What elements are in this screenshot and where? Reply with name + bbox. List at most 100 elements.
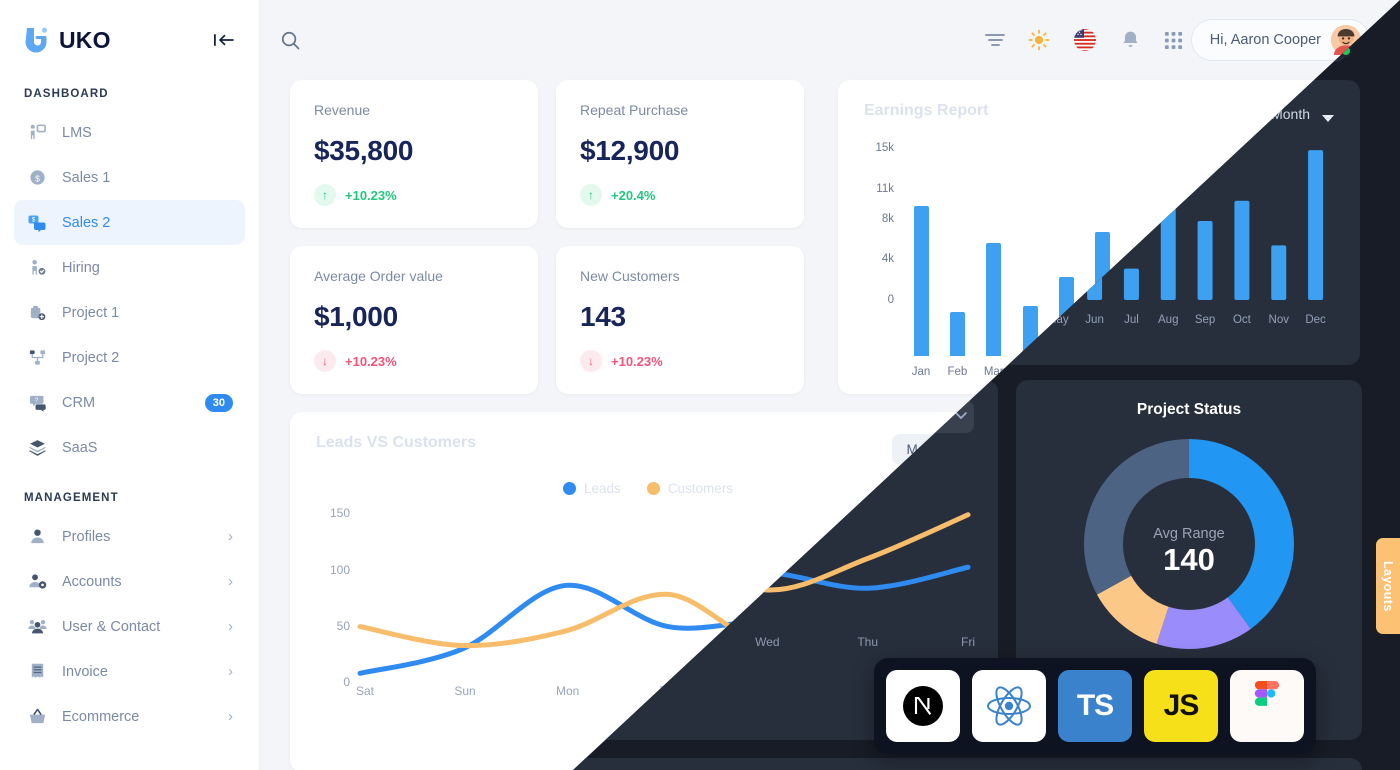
stat-delta: ↓ +10.23%	[314, 350, 514, 372]
sidebar-item-user-contact[interactable]: User & Contact ›	[14, 604, 245, 649]
crm-icon: ?	[26, 392, 48, 414]
hiring-icon	[26, 257, 48, 279]
react-icon[interactable]	[972, 670, 1046, 742]
legend-item-customers[interactable]: Customers	[646, 481, 734, 496]
bar[interactable]	[1204, 277, 1220, 356]
stat-card-new-customers[interactable]: New Customers 143 ↓ +10.23%	[556, 246, 804, 394]
svg-text:$: $	[35, 173, 40, 183]
main-area: Hi, Aaron Cooper Revenue $35,800 ↑ +10.2…	[260, 0, 1400, 770]
figma-icon[interactable]	[1230, 670, 1304, 742]
bar[interactable]	[1277, 301, 1293, 356]
legend-label: Customers	[667, 481, 734, 496]
bar[interactable]	[1022, 306, 1038, 356]
earnings-range-select[interactable]: Month	[1283, 102, 1344, 118]
stat-title: Revenue	[314, 102, 371, 118]
user-avatar[interactable]	[1331, 25, 1362, 56]
bar-column[interactable]: May	[1049, 136, 1083, 378]
bar[interactable]	[1240, 256, 1256, 356]
topbar-icons	[984, 28, 1183, 52]
stat-card-average-order-value[interactable]: Average Order value $1,000 ↓ +10.23%	[290, 246, 538, 394]
x-tick-label: Sep	[1201, 366, 1223, 378]
bar-column[interactable]: Mar	[977, 136, 1011, 378]
sun-theme-icon[interactable]	[1028, 29, 1050, 51]
typescript-icon[interactable]: TS	[1058, 670, 1132, 742]
donut-value: 140	[1171, 576, 1223, 612]
user-profile-button[interactable]: Hi, Aaron Cooper	[1190, 19, 1370, 61]
stat-delta-text: +10.23%	[345, 353, 397, 369]
us-flag-icon[interactable]	[1073, 28, 1097, 52]
x-tick-label: Feb	[947, 366, 968, 378]
sidebar-item-label: LMS	[62, 124, 92, 141]
x-tick-label: Jul	[1131, 366, 1147, 378]
bar-column[interactable]: Dec	[1304, 136, 1338, 378]
bar[interactable]	[913, 206, 929, 356]
bar-column[interactable]: Jun	[1086, 136, 1120, 378]
sidebar-item-ecommerce[interactable]: Ecommerce ›	[14, 694, 245, 739]
bar[interactable]	[1058, 277, 1074, 356]
arrow-down-icon: ↓	[580, 350, 602, 372]
bar-column[interactable]: Feb	[940, 136, 974, 378]
nextjs-icon[interactable]	[886, 670, 960, 742]
earnings-range-label: Month	[1283, 102, 1322, 118]
earnings-bar-chart: 15k 11k 8k 4k 0 Jan Feb Mar Apr May Jun Jul Aug Sep O…	[864, 136, 1344, 378]
bar[interactable]	[1131, 324, 1147, 356]
sidebar-item-label: Sales 2	[62, 214, 111, 231]
stat-card-revenue[interactable]: Revenue $35,800 ↑ +10.23%	[290, 80, 538, 228]
typescript-label: TS	[1076, 689, 1114, 722]
tech-stack-bar: TS JS	[874, 658, 1316, 754]
x-tick-label: Tue	[659, 684, 680, 698]
sidebar-item-label: Accounts	[62, 573, 122, 590]
sidebar-item-project-1[interactable]: Project 1	[14, 290, 245, 335]
chevron-down-icon	[954, 446, 966, 453]
donut-label: Avg Range	[1161, 558, 1233, 575]
sidebar-item-lms[interactable]: LMS	[14, 110, 245, 155]
sidebar-item-label: Invoice	[62, 663, 108, 680]
layouts-tab[interactable]: Layouts	[1376, 538, 1400, 634]
javascript-icon[interactable]: JS	[1144, 670, 1218, 742]
apps-grid-icon[interactable]	[1164, 31, 1183, 50]
brand-left[interactable]: UKO	[24, 25, 111, 55]
bar[interactable]	[986, 242, 1002, 356]
leads-legend: Leads Customers	[316, 481, 980, 496]
sidebar-item-crm[interactable]: ? CRM 30	[14, 380, 245, 425]
bar-column[interactable]: Sep	[1195, 136, 1229, 378]
lms-icon	[26, 122, 48, 144]
bar[interactable]	[1168, 242, 1184, 356]
y-tick-label: 0	[887, 294, 894, 306]
row-stats-earnings: Revenue $35,800 ↑ +10.23% Repeat Purchas…	[290, 80, 1370, 394]
stat-delta-text: +10.23%	[345, 187, 397, 203]
sidebar-item-label: Sales 1	[62, 169, 111, 186]
sidebar-item-label: Profiles	[62, 528, 111, 545]
sidebar-item-invoice[interactable]: Invoice ›	[14, 649, 245, 694]
search-icon[interactable]	[280, 30, 301, 51]
javascript-label: JS	[1163, 689, 1200, 722]
sidebar-item-sales-1[interactable]: $ Sales 1	[14, 155, 245, 200]
collapse-sidebar-icon[interactable]	[213, 31, 235, 49]
bar-column[interactable]: Apr	[1013, 136, 1047, 378]
bar-column[interactable]: Oct	[1231, 136, 1265, 378]
arrow-up-icon: ↑	[314, 184, 336, 206]
sidebar-item-sales-2[interactable]: $ Sales 2	[14, 200, 245, 245]
sidebar-item-hiring[interactable]: Hiring	[14, 245, 245, 290]
sidebar-item-accounts[interactable]: Accounts ›	[14, 559, 245, 604]
bar-column[interactable]: Jul	[1122, 136, 1156, 378]
bar[interactable]	[949, 312, 965, 356]
bar[interactable]	[1313, 206, 1329, 356]
bar[interactable]	[1095, 232, 1111, 356]
sidebar-item-label: Hiring	[62, 259, 100, 276]
filter-lines-icon[interactable]	[984, 32, 1005, 48]
sidebar-item-saas[interactable]: SaaS	[14, 425, 245, 470]
bar-column[interactable]: Aug	[1159, 136, 1193, 378]
sidebar-item-profiles[interactable]: Profiles ›	[14, 514, 245, 559]
stat-cards: Revenue $35,800 ↑ +10.23% Repeat Purchas…	[290, 80, 820, 394]
x-tick-label: Aug	[1165, 366, 1186, 378]
bell-notification-icon[interactable]	[1120, 29, 1141, 51]
bar-column[interactable]: Nov	[1268, 136, 1302, 378]
stat-card-repeat-purchase[interactable]: Repeat Purchase $12,900 ↑ +20.4%	[556, 80, 804, 228]
sidebar-section-dashboard-title: DASHBOARD	[24, 88, 109, 100]
legend-item-leads[interactable]: Leads	[562, 481, 621, 496]
leads-range-select[interactable]: Month	[892, 434, 980, 465]
bar-column[interactable]: Jan	[904, 136, 938, 378]
sidebar-item-project-2[interactable]: Project 2	[14, 335, 245, 380]
leads-title: Leads VS Customers	[316, 434, 477, 451]
